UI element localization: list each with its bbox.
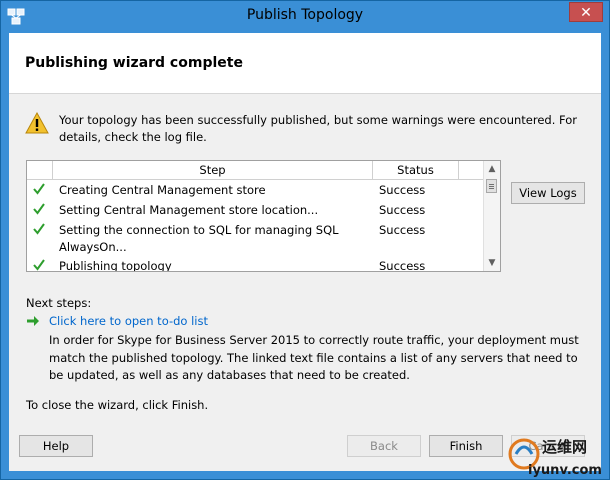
close-icon: ✕	[580, 5, 592, 21]
watermark-url-text: iyunv.com	[528, 463, 602, 478]
status-cell: Success	[379, 259, 426, 272]
open-todo-list-link[interactable]: Click here to open to-do list	[49, 314, 208, 328]
title-bar[interactable]: Publish Topology ✕	[1, 1, 609, 33]
window-frame-left	[1, 33, 9, 479]
warning-triangle-icon	[25, 112, 49, 134]
next-steps-label: Next steps:	[26, 296, 92, 310]
column-header-status[interactable]: Status	[373, 161, 459, 179]
step-cell: Setting the connection to SQL for managi…	[59, 223, 339, 254]
window-title: Publish Topology	[246, 7, 364, 23]
back-button[interactable]: Back	[347, 435, 421, 457]
thumb-grip-line	[489, 186, 494, 187]
wizard-body: Your topology has been successfully publ…	[9, 94, 601, 471]
status-cell: Success	[379, 183, 426, 197]
column-header-step[interactable]: Step	[53, 161, 373, 179]
status-cell: Success	[379, 203, 426, 217]
success-check-icon	[33, 183, 45, 195]
thumb-grip-line	[489, 184, 494, 185]
grid-header-icon-column	[27, 161, 53, 179]
step-cell: Creating Central Management store	[59, 183, 266, 197]
page-title: Publishing wizard complete	[25, 55, 243, 71]
success-check-icon	[33, 203, 45, 215]
success-check-icon	[33, 259, 45, 271]
watermark-cn-text: 运维网	[542, 438, 587, 456]
table-row[interactable]: Setting Central Management store locatio…	[27, 202, 483, 220]
wizard-header: Publishing wizard complete	[9, 33, 601, 94]
site-watermark: 运维网 iyunv.com	[508, 438, 602, 478]
window-frame-right	[601, 33, 609, 479]
scroll-down-arrow-icon[interactable]: ▼	[484, 255, 500, 271]
thumb-grip-line	[489, 188, 494, 189]
success-check-icon	[33, 223, 45, 235]
next-steps-description: In order for Skype for Business Server 2…	[49, 333, 579, 382]
status-cell: Success	[379, 223, 426, 237]
table-row[interactable]: Publishing topology Success	[27, 258, 483, 272]
table-row[interactable]: Creating Central Management store Succes…	[27, 182, 483, 200]
scrollbar-thumb[interactable]	[486, 179, 497, 193]
close-wizard-hint: To close the wizard, click Finish.	[26, 398, 209, 412]
green-arrow-icon	[27, 316, 39, 326]
scroll-up-arrow-icon[interactable]: ▲	[484, 161, 500, 177]
help-button[interactable]: Help	[19, 435, 93, 457]
publish-topology-window: Publish Topology ✕ Publishing wizard com…	[0, 0, 610, 480]
warning-message: Your topology has been successfully publ…	[59, 113, 577, 144]
step-cell: Publishing topology	[59, 259, 172, 272]
grid-vertical-scrollbar[interactable]: ▲ ▼	[483, 161, 500, 271]
table-row[interactable]: Setting the connection to SQL for managi…	[27, 222, 483, 258]
step-cell: Setting Central Management store locatio…	[59, 203, 319, 217]
view-logs-button[interactable]: View Logs	[511, 182, 585, 204]
close-window-button[interactable]: ✕	[569, 2, 603, 22]
finish-button[interactable]: Finish	[429, 435, 503, 457]
grid-header: Step Status	[27, 161, 483, 180]
publish-steps-grid[interactable]: Step Status Creating Central Management …	[26, 160, 501, 272]
